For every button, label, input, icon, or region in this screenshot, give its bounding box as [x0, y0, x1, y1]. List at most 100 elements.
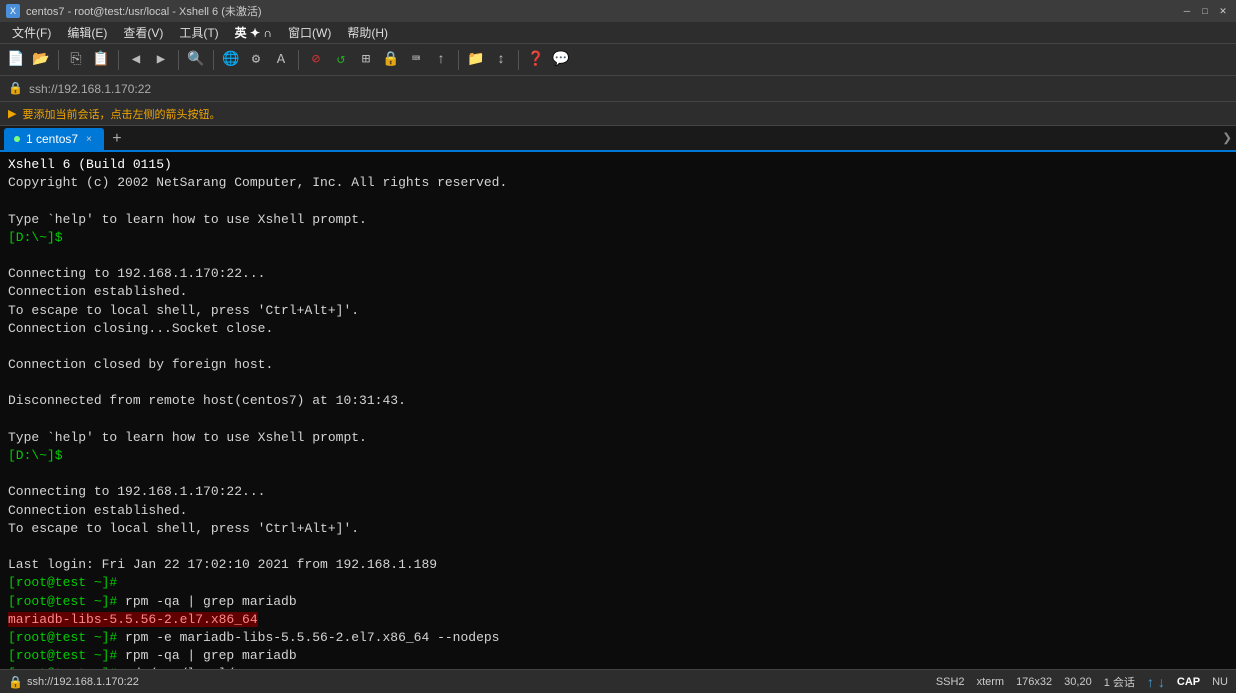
menu-edit[interactable]: 编辑(E) — [59, 22, 115, 43]
term-line: Disconnected from remote host(centos7) a… — [8, 392, 1228, 410]
term-line: Connection closing...Socket close. — [8, 320, 1228, 338]
toolbar-settings[interactable]: ⚙ — [244, 48, 268, 72]
toolbar-font[interactable]: A — [269, 48, 293, 72]
bookmark-hint: 要添加当前会话，点击左侧的箭头按钮。 — [22, 106, 220, 122]
menu-bar: 文件(F) 编辑(E) 查看(V) 工具(T) 英 ✦ ∩ 窗口(W) 帮助(H… — [0, 22, 1236, 44]
toolbar-separator-4 — [213, 50, 214, 70]
toolbar: 📄 📂 ⎘ 📋 ◀ ▶ 🔍 🌐 ⚙ A ⊘ ↺ ⊞ 🔒 ⌨ ↑ 📁 ↕ ❓ 💬 — [0, 44, 1236, 76]
term-line: Type `help' to learn how to use Xshell p… — [8, 211, 1228, 229]
term-line: Connection established. — [8, 283, 1228, 301]
status-term: xterm — [977, 676, 1005, 688]
minimize-button[interactable]: ─ — [1180, 4, 1194, 18]
toolbar-separator-1 — [58, 50, 59, 70]
window-title: centos7 - root@test:/usr/local - Xshell … — [26, 3, 1180, 19]
window-controls: ─ □ ✕ — [1180, 4, 1230, 18]
app-icon: X — [6, 4, 20, 18]
toolbar-back[interactable]: ◀ — [124, 48, 148, 72]
term-line: Xshell 6 (Build 0115) — [8, 156, 1228, 174]
toolbar-connect[interactable]: 🌐 — [219, 48, 243, 72]
status-cap: CAP — [1177, 676, 1200, 688]
status-lock-icon: 🔒 — [8, 675, 23, 689]
toolbar-grid[interactable]: ⊞ — [354, 48, 378, 72]
address-bar: 🔒 ssh://192.168.1.170:22 — [0, 76, 1236, 102]
term-line: Type `help' to learn how to use Xshell p… — [8, 429, 1228, 447]
status-right: SSH2 xterm 176x32 30,20 1 会话 ↑ ↓ CAP NU — [936, 674, 1228, 690]
toolbar-nav-group: ◀ ▶ — [124, 48, 173, 72]
term-line: Connecting to 192.168.1.170:22... — [8, 483, 1228, 501]
toolbar-separator-3 — [178, 50, 179, 70]
term-line: Connection established. — [8, 502, 1228, 520]
term-line — [8, 338, 1228, 356]
status-sessions: 1 会话 — [1104, 674, 1135, 690]
menu-help[interactable]: 帮助(H) — [339, 22, 396, 43]
status-position: 30,20 — [1064, 676, 1092, 688]
toolbar-search[interactable]: 🔍 — [184, 48, 208, 72]
term-line — [8, 247, 1228, 265]
status-arrow-up-icon[interactable]: ↑ — [1147, 674, 1154, 690]
toolbar-open[interactable]: 📂 — [29, 48, 53, 72]
status-protocol: SSH2 — [936, 676, 965, 688]
status-arrow-group: ↑ ↓ — [1147, 674, 1165, 690]
tab-centos7[interactable]: 1 centos7 × — [4, 128, 104, 150]
menu-window[interactable]: 窗口(W) — [280, 22, 339, 43]
status-arrow-down-icon[interactable]: ↓ — [1158, 674, 1165, 690]
term-line — [8, 465, 1228, 483]
tab-add-button[interactable]: + — [106, 128, 128, 150]
toolbar-paste[interactable]: 📋 — [89, 48, 113, 72]
term-line: Connecting to 192.168.1.170:22... — [8, 265, 1228, 283]
close-button[interactable]: ✕ — [1216, 4, 1230, 18]
tab-close-button[interactable]: × — [84, 133, 94, 146]
address-lock-icon: 🔒 — [8, 81, 23, 96]
bookmark-arrow-icon: ▶ — [8, 107, 16, 120]
toolbar-lock[interactable]: 🔒 — [379, 48, 403, 72]
toolbar-edit-group: ⎘ 📋 — [64, 48, 113, 72]
toolbar-chat[interactable]: 💬 — [549, 48, 573, 72]
toolbar-forward[interactable]: ▶ — [149, 48, 173, 72]
status-num: NU — [1212, 676, 1228, 688]
menu-highlight[interactable]: 英 ✦ ∩ — [227, 22, 280, 43]
term-line: To escape to local shell, press 'Ctrl+Al… — [8, 520, 1228, 538]
toolbar-help-group: ❓ 💬 — [524, 48, 573, 72]
term-line: mariadb-libs-5.5.56-2.el7.x86_64 — [8, 611, 1228, 629]
term-line: [root@test ~]# rpm -qa | grep mariadb — [8, 647, 1228, 665]
toolbar-separator-2 — [118, 50, 119, 70]
term-line: Copyright (c) 2002 NetSarang Computer, I… — [8, 174, 1228, 192]
title-bar: X centos7 - root@test:/usr/local - Xshel… — [0, 0, 1236, 22]
toolbar-bookmark[interactable]: ↕ — [489, 48, 513, 72]
toolbar-stop[interactable]: ⊘ — [304, 48, 328, 72]
term-line: [root@test ~]# — [8, 574, 1228, 592]
term-line: [root@test ~]# rpm -qa | grep mariadb — [8, 593, 1228, 611]
term-line: Connection closed by foreign host. — [8, 356, 1228, 374]
term-line: [D:\~]$ — [8, 229, 1228, 247]
toolbar-separator-5 — [298, 50, 299, 70]
term-line — [8, 192, 1228, 210]
tab-scroll-right-icon[interactable]: ❯ — [1222, 128, 1232, 148]
toolbar-copy[interactable]: ⎘ — [64, 48, 88, 72]
terminal-container[interactable]: Xshell 6 (Build 0115) Copyright (c) 2002… — [0, 152, 1236, 669]
term-line: To escape to local shell, press 'Ctrl+Al… — [8, 302, 1228, 320]
toolbar-separator-6 — [458, 50, 459, 70]
status-size: 176x32 — [1016, 676, 1052, 688]
menu-file[interactable]: 文件(F) — [4, 22, 59, 43]
term-line — [8, 538, 1228, 556]
tab-status-dot — [14, 136, 20, 142]
toolbar-folder[interactable]: 📁 — [464, 48, 488, 72]
toolbar-session-group: 📁 ↕ — [464, 48, 513, 72]
terminal[interactable]: Xshell 6 (Build 0115) Copyright (c) 2002… — [0, 152, 1236, 669]
term-line — [8, 374, 1228, 392]
term-line — [8, 411, 1228, 429]
toolbar-keyboard[interactable]: ⌨ — [404, 48, 428, 72]
menu-view[interactable]: 查看(V) — [115, 22, 171, 43]
bookmark-bar: ▶ 要添加当前会话，点击左侧的箭头按钮。 — [0, 102, 1236, 126]
toolbar-refresh[interactable]: ↺ — [329, 48, 353, 72]
tab-bar: 1 centos7 × + ❯ — [0, 126, 1236, 152]
toolbar-upload[interactable]: ↑ — [429, 48, 453, 72]
address-text[interactable]: ssh://192.168.1.170:22 — [29, 82, 151, 96]
menu-tools[interactable]: 工具(T) — [171, 22, 226, 43]
status-address: ssh://192.168.1.170:22 — [27, 676, 139, 688]
toolbar-connect-group: 🌐 ⚙ A — [219, 48, 293, 72]
maximize-button[interactable]: □ — [1198, 4, 1212, 18]
toolbar-help[interactable]: ❓ — [524, 48, 548, 72]
status-left: 🔒 ssh://192.168.1.170:22 — [8, 675, 936, 689]
toolbar-new-session[interactable]: 📄 — [4, 48, 28, 72]
